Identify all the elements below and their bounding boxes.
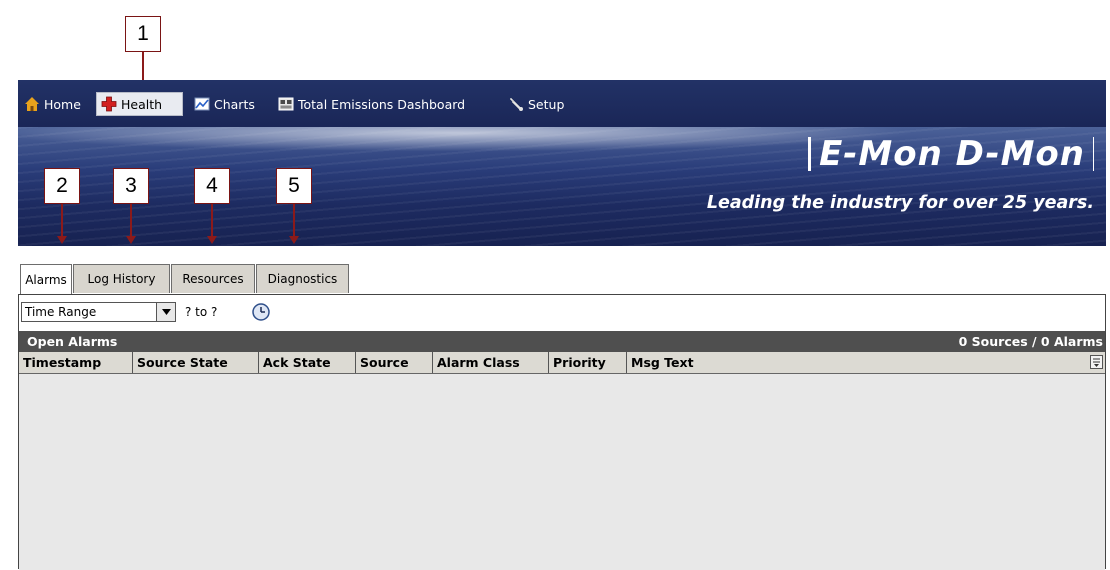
callout-5-arrowhead — [289, 236, 299, 244]
alarms-panel: Time Range ? to ? Open Alarms 0 Sources … — [18, 294, 1106, 570]
alarm-count: 0 Sources / 0 Alarms — [958, 334, 1103, 349]
nav-charts-label: Charts — [214, 96, 255, 112]
callout-2-arrowhead — [57, 236, 67, 244]
nav-setup[interactable]: Setup — [508, 92, 564, 116]
column-source[interactable]: Source — [356, 352, 433, 373]
callout-3-leader — [130, 204, 132, 237]
dashboard-icon — [278, 97, 294, 111]
health-tab-strip: Alarms Log History Resources Diagnostics — [18, 246, 1110, 294]
callout-3: 3 — [113, 168, 149, 204]
callout-2: 2 — [44, 168, 80, 204]
nav-setup-label: Setup — [528, 96, 565, 112]
alarms-toolbar: Time Range ? to ? — [19, 295, 1105, 330]
open-alarms-header: Open Alarms 0 Sources / 0 Alarms — [19, 331, 1105, 352]
callout-2-leader — [61, 204, 63, 237]
nav-home-label: Home — [44, 96, 81, 112]
brand-banner: E-Mon D-Mon Leading the industry for ove… — [18, 127, 1106, 246]
callout-1: 1 — [125, 16, 161, 52]
column-ack-state[interactable]: Ack State — [259, 352, 356, 373]
time-range-text: ? to ? — [185, 305, 218, 319]
health-cross-icon — [101, 96, 117, 112]
nav-health[interactable]: Health — [96, 92, 183, 116]
open-alarms-title: Open Alarms — [27, 334, 118, 349]
column-source-state[interactable]: Source State — [133, 352, 259, 373]
nav-total-emissions-dashboard-label: Total Emissions Dashboard — [298, 96, 466, 112]
nav-health-label: Health — [121, 96, 163, 112]
time-range-value: Time Range — [25, 305, 97, 319]
column-chooser-icon[interactable] — [1090, 355, 1103, 369]
callout-4-leader — [211, 204, 213, 237]
tab-diagnostics[interactable]: Diagnostics — [256, 264, 349, 293]
wrench-icon — [509, 97, 523, 111]
callout-5: 5 — [276, 168, 312, 204]
callout-3-arrowhead — [126, 236, 136, 244]
chart-icon — [194, 97, 210, 111]
top-nav-bar: Home Health Charts Total Emissions Dashb… — [18, 80, 1106, 127]
column-timestamp[interactable]: Timestamp — [19, 352, 133, 373]
alarm-table-body — [19, 374, 1105, 570]
home-icon — [25, 97, 39, 111]
nav-total-emissions-dashboard[interactable]: Total Emissions Dashboard — [278, 92, 465, 116]
column-priority[interactable]: Priority — [549, 352, 627, 373]
callout-4-arrowhead — [207, 236, 217, 244]
tab-log-history[interactable]: Log History — [73, 264, 170, 293]
nav-charts[interactable]: Charts — [194, 92, 255, 116]
chevron-down-icon[interactable] — [156, 303, 175, 321]
alarm-table-header: Timestamp Source State Ack State Source … — [19, 352, 1105, 374]
callout-4: 4 — [194, 168, 230, 204]
brand-tagline: Leading the industry for over 25 years. — [706, 193, 1094, 213]
clock-icon[interactable] — [251, 302, 271, 322]
time-range-select[interactable]: Time Range — [21, 302, 176, 322]
nav-home[interactable]: Home — [24, 92, 81, 116]
column-msg-text[interactable]: Msg Text — [627, 352, 1087, 373]
brand-logo: E-Mon D-Mon — [808, 137, 1094, 171]
tab-alarms[interactable]: Alarms — [20, 264, 72, 294]
column-alarm-class[interactable]: Alarm Class — [433, 352, 549, 373]
tab-resources[interactable]: Resources — [171, 264, 255, 293]
callout-5-leader — [293, 204, 295, 237]
